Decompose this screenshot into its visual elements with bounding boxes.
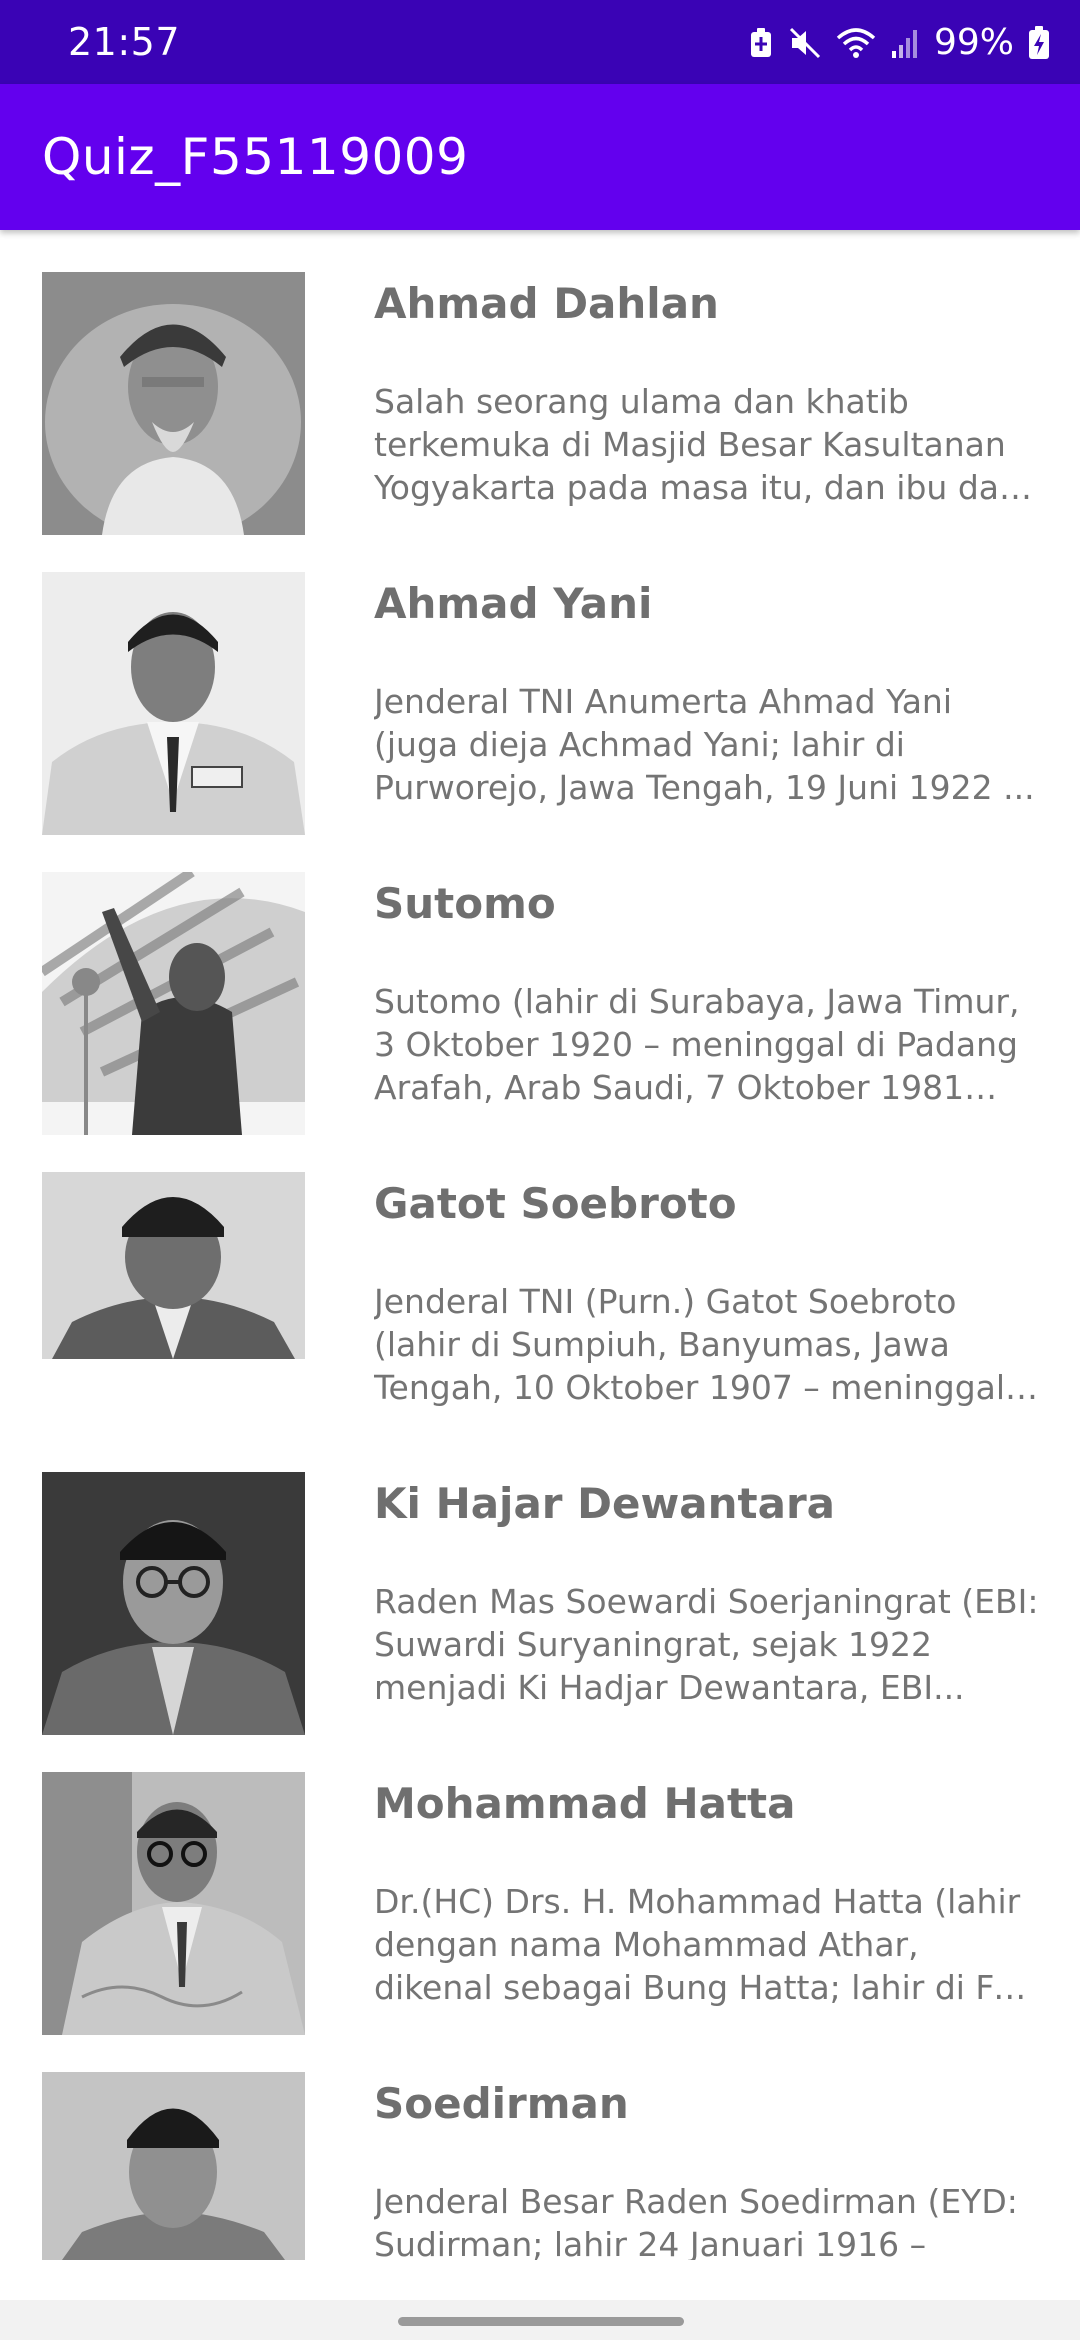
navigation-bar [0, 2300, 1080, 2340]
item-name: Ahmad Yani [374, 579, 653, 628]
portrait-photo-icon [42, 572, 305, 835]
item-description: Sutomo (lahir di Surabaya, Jawa Timur, 3… [374, 982, 1020, 1107]
list-item[interactable]: Soedirman Jenderal Besar Raden Soedirman… [0, 2030, 1080, 2260]
item-description: Jenderal TNI (Purn.) Gatot Soebroto (lah… [374, 1282, 1006, 1407]
signal-icon [890, 27, 920, 59]
item-name: Gatot Soebroto [374, 1179, 737, 1228]
hero-list[interactable]: Ahmad Dahlan Salah seorang ulama dan kha… [0, 230, 1080, 2260]
item-description: Jenderal Besar Raden Soedirman (EYD: Sud… [374, 2182, 1018, 2260]
item-name: Sutomo [374, 879, 556, 928]
portrait-photo-icon [42, 1172, 305, 1359]
portrait-photo-icon [42, 1772, 305, 2035]
app-title: Quiz_F55119009 [42, 128, 469, 186]
status-bar: 21:57 99% [0, 0, 1080, 84]
list-item[interactable]: Sutomo Sutomo (lahir di Surabaya, Jawa T… [0, 830, 1080, 1135]
item-name: Mohammad Hatta [374, 1779, 796, 1828]
list-item[interactable]: Ki Hajar Dewantara Raden Mas Soewardi So… [0, 1430, 1080, 1735]
item-name: Ahmad Dahlan [374, 279, 719, 328]
battery-percent: 99% [933, 22, 1014, 63]
item-description: Salah seorang ulama dan khatib terkemuka… [374, 382, 1022, 507]
portrait-photo-icon [42, 2072, 305, 2260]
item-name: Ki Hajar Dewantara [374, 1479, 835, 1528]
item-name: Soedirman [374, 2079, 629, 2128]
item-description: Jenderal TNI Anumerta Ahmad Yani (juga d… [374, 682, 1035, 807]
portrait-photo-icon [42, 1472, 305, 1735]
status-time: 21:57 [68, 20, 181, 64]
battery-charging-icon [1028, 26, 1050, 60]
mute-icon [788, 26, 822, 60]
item-description: Dr.(HC) Drs. H. Mohammad Hatta (lahir de… [374, 1882, 1040, 2007]
home-gesture-handle[interactable] [398, 2317, 684, 2326]
app-bar: Quiz_F55119009 [0, 84, 1080, 230]
battery-saver-icon [748, 27, 774, 59]
list-item[interactable]: Ahmad Yani Jenderal TNI Anumerta Ahmad Y… [0, 530, 1080, 835]
status-icons: 99% [748, 20, 1050, 66]
list-item[interactable]: Mohammad Hatta Dr.(HC) Drs. H. Mohammad … [0, 1730, 1080, 2035]
item-description: Raden Mas Soewardi Soerjaningrat (EBI: S… [374, 1582, 1039, 1707]
wifi-icon [836, 26, 876, 60]
list-item[interactable]: Gatot Soebroto Jenderal TNI (Purn.) Gato… [0, 1130, 1080, 1430]
portrait-photo-icon [42, 272, 305, 535]
list-item[interactable]: Ahmad Dahlan Salah seorang ulama dan kha… [0, 230, 1080, 535]
portrait-photo-icon [42, 872, 305, 1135]
